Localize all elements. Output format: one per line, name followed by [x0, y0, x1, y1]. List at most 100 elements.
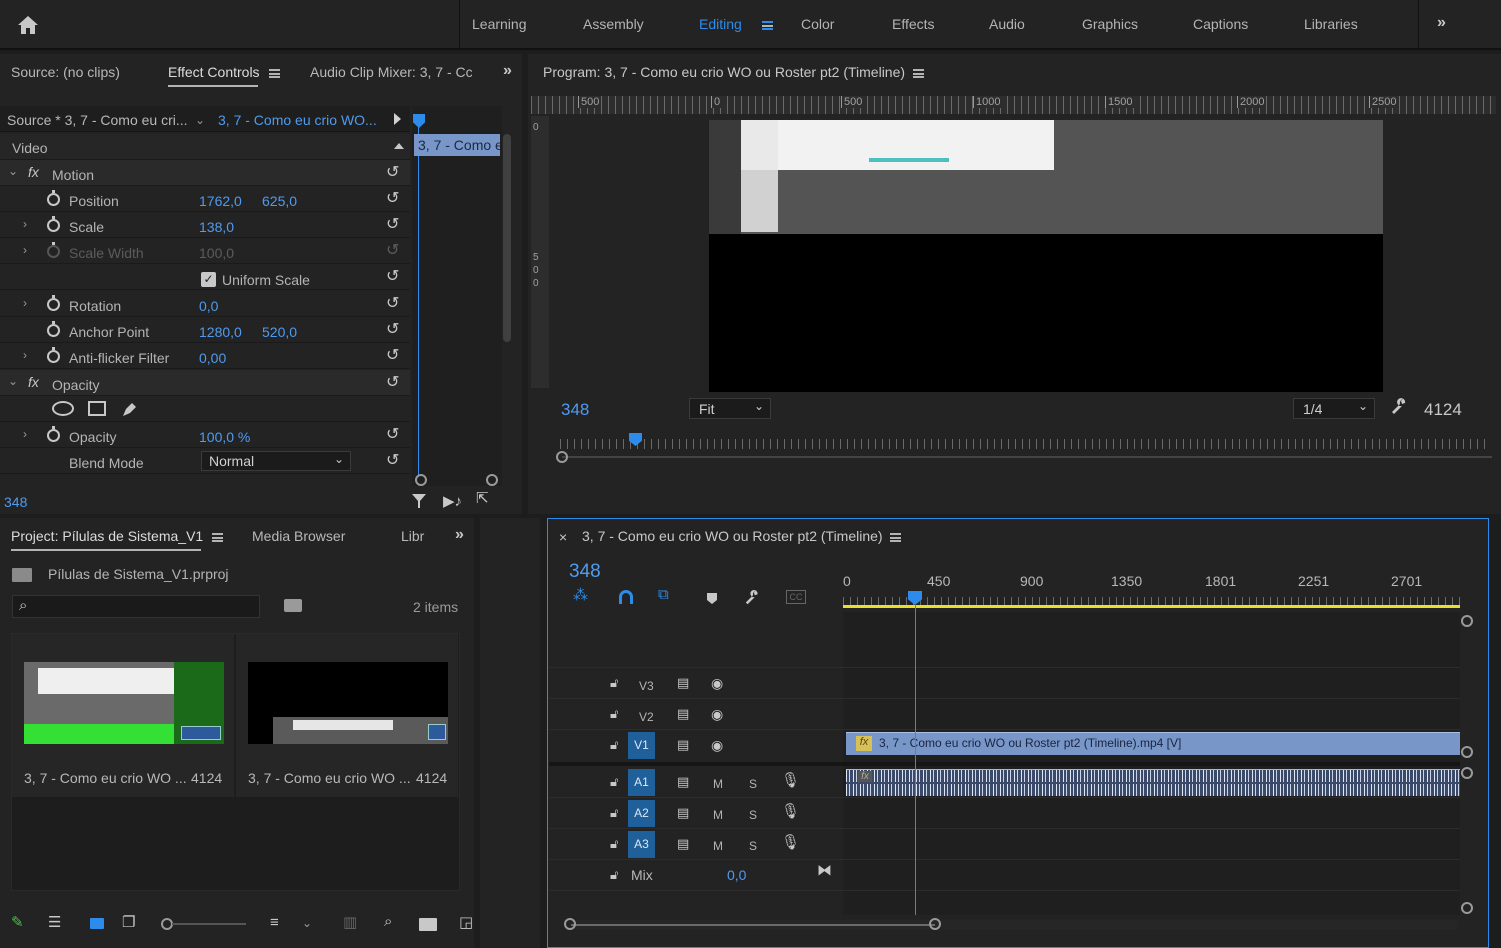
nest-icon[interactable]: ⁂: [573, 588, 588, 603]
tab-effect-controls[interactable]: Effect Controls: [168, 64, 260, 80]
sync-lock-icon[interactable]: ▤: [677, 676, 689, 689]
solo-button[interactable]: S: [749, 777, 757, 791]
track-v1-target[interactable]: V1: [628, 732, 655, 759]
project-item-card[interactable]: 3, 7 - Como eu crio WO ... 4124: [12, 634, 234, 797]
new-bin-search-icon[interactable]: [284, 599, 302, 612]
program-menu-icon[interactable]: [913, 69, 924, 78]
program-scrub-ruler[interactable]: [560, 439, 1490, 449]
new-item-icon[interactable]: ◲: [459, 915, 473, 930]
workspace-menu-icon[interactable]: [762, 21, 773, 30]
lock-icon[interactable]: 🔓︎: [610, 707, 618, 720]
eye-icon[interactable]: ◉: [711, 676, 723, 690]
workspace-learning[interactable]: Learning: [472, 16, 527, 32]
sync-lock-icon[interactable]: ▤: [677, 806, 689, 819]
workspace-graphics[interactable]: Graphics: [1082, 16, 1138, 32]
home-icon[interactable]: [15, 12, 41, 38]
timeline-close-icon[interactable]: ×: [559, 529, 567, 545]
chevron-right-icon[interactable]: ›: [23, 348, 27, 362]
reset-icon[interactable]: ↺: [386, 293, 399, 313]
timeline-menu-icon[interactable]: [890, 533, 901, 542]
project-menu-icon[interactable]: [212, 533, 223, 542]
scale-value[interactable]: 138,0: [199, 219, 234, 235]
stopwatch-icon[interactable]: [47, 216, 60, 232]
lock-icon[interactable]: 🔓︎: [610, 837, 618, 850]
workspace-libraries[interactable]: Libraries: [1304, 16, 1358, 32]
linked-selection-icon[interactable]: ⧉: [658, 587, 669, 602]
reset-icon[interactable]: ↺: [386, 188, 399, 208]
mute-button[interactable]: M: [713, 808, 723, 822]
stopwatch-icon[interactable]: [47, 190, 60, 206]
fit-select[interactable]: Fit ⌄: [689, 398, 771, 419]
sync-lock-icon[interactable]: ▤: [677, 775, 689, 788]
tab-media-browser[interactable]: Media Browser: [252, 528, 345, 544]
filter-icon[interactable]: [410, 492, 428, 513]
tab-libraries[interactable]: Libr: [401, 528, 424, 544]
timeline-tab[interactable]: 3, 7 - Como eu crio WO ou Roster pt2 (Ti…: [582, 528, 883, 544]
pen-mask-icon[interactable]: [120, 399, 140, 422]
anchor-x-value[interactable]: 1280,0: [199, 324, 242, 340]
mini-clip[interactable]: 3, 7 - Como e: [414, 134, 500, 156]
opacity-value[interactable]: 100,0 %: [199, 429, 250, 445]
workspace-audio[interactable]: Audio: [989, 16, 1025, 32]
anchor-y-value[interactable]: 520,0: [262, 324, 297, 340]
track-v2-label[interactable]: V2: [639, 710, 654, 724]
mute-button[interactable]: M: [713, 777, 723, 791]
play-triangle-icon[interactable]: [394, 113, 401, 125]
microphone-icon[interactable]: 🎙︎: [781, 835, 800, 850]
vertical-zoom-handle-top[interactable]: [1461, 615, 1473, 627]
video-clip[interactable]: fx 3, 7 - Como eu crio WO ou Roster pt2 …: [846, 732, 1460, 755]
sync-lock-icon[interactable]: ▤: [677, 837, 689, 850]
chevron-right-icon[interactable]: ›: [23, 243, 27, 257]
solo-button[interactable]: S: [749, 839, 757, 853]
chevron-down-icon[interactable]: ⌄: [8, 374, 18, 388]
chevron-down-icon[interactable]: ⌄: [8, 164, 18, 178]
tab-audio-clip-mixer[interactable]: Audio Clip Mixer: 3, 7 - Cc: [310, 64, 472, 80]
export-icon[interactable]: ⇱: [476, 491, 489, 506]
antiflicker-value[interactable]: 0,00: [199, 350, 226, 366]
captions-cc-icon[interactable]: CC: [786, 590, 806, 604]
vertical-zoom-handle-bottom[interactable]: [1461, 902, 1473, 914]
effect-controls-timecode[interactable]: 348: [4, 494, 27, 510]
mix-value[interactable]: 0,0: [727, 867, 746, 883]
sort-icon[interactable]: ≡: [270, 915, 279, 930]
pencil-icon[interactable]: ✎: [11, 915, 24, 930]
track-a1-target[interactable]: A1: [628, 769, 655, 796]
workspace-editing[interactable]: Editing: [699, 16, 742, 32]
lock-icon[interactable]: 🔓︎: [610, 738, 618, 751]
list-view-icon[interactable]: ☰: [48, 915, 61, 930]
automate-icon[interactable]: ▥: [343, 915, 357, 930]
stopwatch-icon[interactable]: [47, 347, 60, 363]
eye-icon[interactable]: ◉: [711, 738, 723, 752]
chevron-right-icon[interactable]: ›: [23, 427, 27, 441]
eye-icon[interactable]: ◉: [711, 707, 723, 721]
chevron-down-icon[interactable]: ⌄: [302, 916, 312, 930]
icon-view-icon[interactable]: [90, 918, 104, 929]
project-item-card[interactable]: 3, 7 - Como eu crio WO ... 4124: [236, 634, 458, 797]
vertical-zoom-handle[interactable]: [1461, 767, 1473, 779]
lock-icon[interactable]: 🔓︎: [610, 868, 618, 881]
program-timecode[interactable]: 348: [561, 400, 589, 420]
timeline-ruler[interactable]: 0 450 900 1350 1801 2251 2701: [843, 570, 1460, 610]
workspace-captions[interactable]: Captions: [1193, 16, 1248, 32]
track-a2-target[interactable]: A2: [628, 800, 655, 827]
resolution-select[interactable]: 1/4 ⌄: [1293, 398, 1375, 419]
panel-overflow-icon[interactable]: »: [455, 526, 464, 544]
program-title[interactable]: Program: 3, 7 - Como eu crio WO ou Roste…: [543, 64, 905, 80]
rectangle-mask-icon[interactable]: [88, 401, 106, 416]
microphone-icon[interactable]: 🎙︎: [781, 773, 800, 788]
collapse-up-icon[interactable]: [394, 143, 404, 149]
lock-icon[interactable]: 🔓︎: [610, 775, 618, 788]
search-input[interactable]: [39, 598, 254, 615]
work-area-bar[interactable]: [843, 605, 1460, 608]
reset-icon[interactable]: ↺: [386, 266, 399, 286]
timeline-settings-wrench-icon[interactable]: [744, 589, 762, 610]
snap-magnet-icon[interactable]: [619, 590, 633, 604]
stopwatch-icon[interactable]: [47, 295, 60, 311]
reset-icon[interactable]: ↺: [386, 345, 399, 365]
mute-button[interactable]: M: [713, 839, 723, 853]
reset-icon[interactable]: ↺: [386, 450, 399, 470]
program-video-frame[interactable]: [709, 120, 1383, 392]
reset-icon[interactable]: ↺: [386, 424, 399, 444]
sequence-clip-selector[interactable]: 3, 7 - Como eu crio WO...: [218, 112, 377, 128]
horizontal-zoom-handle-right[interactable]: [929, 918, 941, 930]
